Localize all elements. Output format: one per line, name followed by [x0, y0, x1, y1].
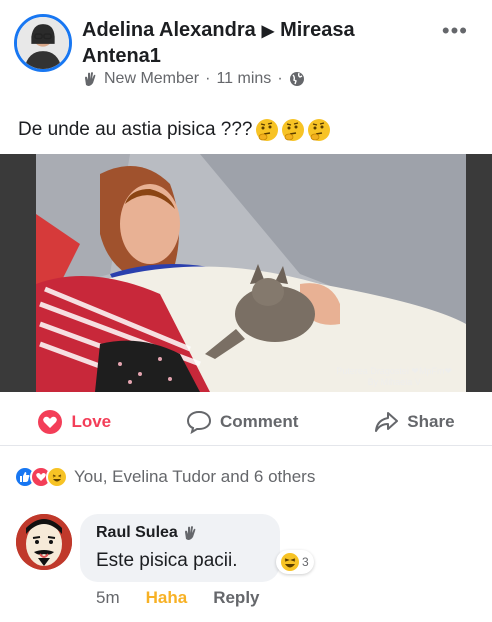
comment-reaction-number: 3: [302, 555, 309, 569]
comment-icon: [186, 410, 212, 434]
more-options-icon[interactable]: •••: [442, 18, 468, 44]
photo-watermark: Puterea Dragostei ❤MpFm❤ By Mihaela V: [336, 366, 452, 388]
love-button[interactable]: Love: [37, 409, 111, 435]
post-meta: New Member · 11 mins ·: [82, 70, 305, 88]
reaction-icons: [14, 466, 68, 488]
comment-reaction-count[interactable]: 3: [276, 550, 314, 574]
reactions-summary[interactable]: You, Evelina Tudor and 6 others: [14, 466, 315, 488]
post-author-line: Adelina Alexandra ▶ Mireasa Antena1: [82, 18, 412, 68]
member-badge: New Member: [104, 70, 200, 87]
thinking-face-emoji-icon: [255, 119, 278, 141]
meta-separator: ·: [205, 70, 211, 87]
post-photo[interactable]: Puterea Dragostei ❤MpFm❤ By Mihaela V: [0, 154, 492, 392]
author-name[interactable]: Adelina Alexandra: [82, 19, 256, 41]
love-reaction-icon: [38, 409, 63, 434]
comment-label: Comment: [220, 411, 299, 431]
post-time[interactable]: 11 mins: [216, 70, 271, 88]
post-text-content: De unde au astia pisica ???: [18, 119, 253, 140]
reactions-summary-text: You, Evelina Tudor and 6 others: [74, 467, 316, 486]
haha-button[interactable]: Haha: [146, 588, 188, 608]
share-label: Share: [407, 411, 455, 431]
watermark-line-1: Puterea Dragostei ❤MpFm❤: [336, 366, 452, 376]
post-text: De unde au astia pisica ???: [18, 118, 331, 142]
share-icon: [375, 411, 399, 432]
comment-time[interactable]: 5m: [96, 588, 120, 608]
comment-button[interactable]: Comment: [186, 409, 298, 435]
post-actions-bar: Love Comment Share: [0, 398, 492, 446]
arrow-right-icon: ▶: [261, 23, 275, 40]
share-button[interactable]: Share: [373, 409, 455, 435]
commenter-name-row: Raul Sulea: [96, 524, 264, 542]
author-avatar[interactable]: [14, 14, 72, 72]
comment-text: Este pisica pacii.: [96, 550, 238, 571]
meta-separator: ·: [277, 70, 283, 87]
comment-bubble: Raul Sulea Este pisica pacii.: [80, 514, 280, 582]
globe-icon: [289, 72, 304, 86]
commenter-avatar[interactable]: [16, 514, 72, 570]
reply-button[interactable]: Reply: [213, 588, 259, 608]
waving-hand-icon: [184, 526, 196, 540]
thinking-face-emoji-icon: [307, 119, 330, 141]
waving-hand-icon: [85, 72, 96, 86]
thinking-face-emoji-icon: [281, 119, 304, 141]
love-label: Love: [71, 411, 112, 431]
post-header: Adelina Alexandra ▶ Mireasa Antena1 New Me…: [0, 0, 492, 100]
commenter-name[interactable]: Raul Sulea: [96, 524, 178, 542]
comment-actions: 5m Haha Reply: [96, 588, 260, 608]
watermark-line-2: By Mihaela V: [367, 377, 421, 387]
haha-reaction-icon: [281, 553, 299, 571]
haha-reaction-icon: [46, 466, 68, 488]
